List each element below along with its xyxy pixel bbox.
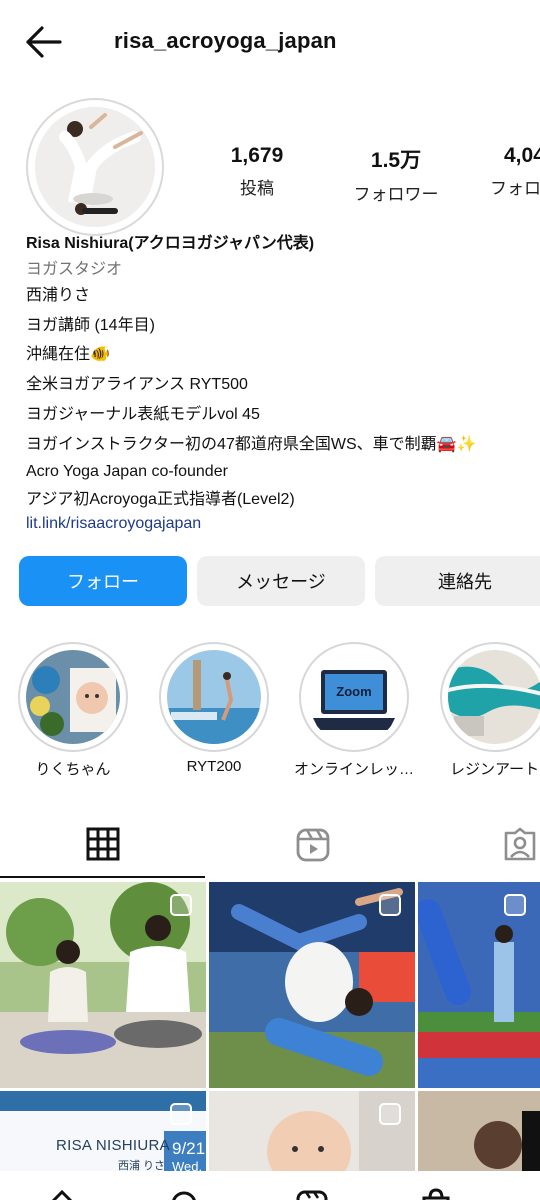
highlight-image bbox=[448, 650, 540, 744]
highlight-cover[interactable] bbox=[18, 642, 128, 752]
follow-button[interactable]: フォロー bbox=[19, 556, 187, 606]
back-button[interactable] bbox=[22, 22, 66, 62]
highlight-item[interactable]: RYT200 bbox=[159, 642, 269, 775]
highlight-item[interactable]: りくちゃん bbox=[18, 642, 128, 778]
highlight-image bbox=[167, 650, 261, 744]
highlight-item[interactable]: Zoom オンラインレッ… bbox=[294, 642, 414, 778]
select-checkbox[interactable] bbox=[379, 1103, 401, 1125]
stat-following[interactable]: 4,04 フォロ bbox=[488, 144, 540, 199]
stat-followers[interactable]: 1.5万 フォロワー bbox=[346, 144, 446, 205]
post-thumbnail[interactable] bbox=[418, 882, 540, 1088]
post-caption-sub: 西浦 りさ bbox=[118, 1160, 166, 1171]
profile-category: ヨガスタジオ bbox=[26, 261, 123, 278]
bio-line: 全米ヨガアライアンス RYT500 bbox=[26, 376, 248, 393]
profile-tabs bbox=[0, 812, 540, 878]
highlight-label: RYT200 bbox=[186, 758, 242, 775]
post-thumbnail[interactable] bbox=[418, 1091, 540, 1171]
search-icon[interactable] bbox=[164, 1186, 204, 1200]
select-checkbox[interactable] bbox=[504, 894, 526, 916]
profile-display-name: Risa Nishiura(アクロヨガジャパン代表) bbox=[26, 235, 315, 252]
bio-line: アジア初Acroyoga正式指導者(Level2) bbox=[26, 491, 295, 508]
highlight-label: レジンアート bbox=[450, 761, 540, 778]
home-icon[interactable] bbox=[42, 1186, 82, 1200]
profile-header: risa_acroyoga_japan bbox=[0, 0, 540, 82]
post-grid: RISA NISHIURA 西浦 りさ 9/21 Wed. bbox=[0, 882, 540, 1200]
highlight-cover[interactable]: Zoom bbox=[299, 642, 409, 752]
highlight-image: Zoom bbox=[307, 650, 401, 744]
avatar-image bbox=[35, 107, 155, 227]
stat-posts[interactable]: 1,679 投稿 bbox=[222, 144, 292, 199]
highlight-cover[interactable] bbox=[440, 642, 540, 752]
stat-followers-label: フォロワー bbox=[353, 185, 439, 204]
profile-avatar[interactable] bbox=[26, 98, 164, 236]
profile-username: risa_acroyoga_japan bbox=[114, 28, 337, 53]
post-thumbnail[interactable]: RISA NISHIURA 西浦 りさ 9/21 Wed. bbox=[0, 1091, 206, 1171]
tagged-icon bbox=[504, 827, 536, 861]
highlight-label: りくちゃん bbox=[35, 761, 111, 778]
tab-posts-grid[interactable] bbox=[0, 812, 205, 878]
stat-followers-count: 1.5万 bbox=[370, 149, 422, 172]
stat-posts-label: 投稿 bbox=[240, 179, 274, 198]
bio-line: Acro Yoga Japan co-founder bbox=[26, 463, 228, 480]
bio-line: ヨガインストラクター初の47都道府県全国WS、車で制覇🚘✨ bbox=[26, 436, 477, 453]
bio-line: ヨガジャーナル表紙モデルvol 45 bbox=[26, 406, 260, 423]
highlight-image bbox=[26, 650, 120, 744]
stat-following-label: フォロ bbox=[490, 179, 540, 198]
bio-line: 沖縄在住🐠 bbox=[26, 346, 110, 363]
tab-tagged[interactable] bbox=[470, 812, 540, 878]
tab-reels[interactable] bbox=[210, 812, 415, 878]
highlight-item[interactable]: レジンアート bbox=[440, 642, 540, 778]
bio-link[interactable]: lit.link/risaacroyogajapan bbox=[26, 516, 201, 532]
post-date: 9/21 bbox=[172, 1139, 206, 1158]
arrow-left-icon bbox=[26, 26, 62, 58]
shop-icon[interactable] bbox=[416, 1186, 456, 1200]
post-day: Wed. bbox=[172, 1159, 203, 1171]
bio-line: 西浦りさ bbox=[26, 287, 91, 304]
bio-line: ヨガ講師 (14年目) bbox=[26, 317, 155, 334]
bottom-navigation bbox=[0, 1172, 540, 1200]
select-checkbox[interactable] bbox=[170, 894, 192, 916]
stat-posts-count: 1,679 bbox=[230, 144, 284, 167]
reels-icon bbox=[296, 828, 329, 862]
post-thumbnail[interactable] bbox=[0, 882, 206, 1088]
message-button[interactable]: メッセージ bbox=[197, 556, 365, 606]
grid-icon bbox=[86, 827, 119, 861]
post-thumbnail[interactable] bbox=[209, 1091, 415, 1171]
select-checkbox[interactable] bbox=[170, 1103, 192, 1125]
post-thumbnail[interactable] bbox=[209, 882, 415, 1088]
post-caption-title: RISA NISHIURA bbox=[56, 1137, 170, 1154]
zoom-badge: Zoom bbox=[336, 684, 372, 699]
highlight-label: オンラインレッ… bbox=[293, 761, 414, 778]
select-checkbox[interactable] bbox=[379, 894, 401, 916]
stat-following-count: 4,04 bbox=[504, 144, 540, 167]
reels-nav-icon[interactable] bbox=[292, 1186, 332, 1200]
highlight-cover[interactable] bbox=[159, 642, 269, 752]
contact-button[interactable]: 連絡先 bbox=[375, 556, 540, 606]
